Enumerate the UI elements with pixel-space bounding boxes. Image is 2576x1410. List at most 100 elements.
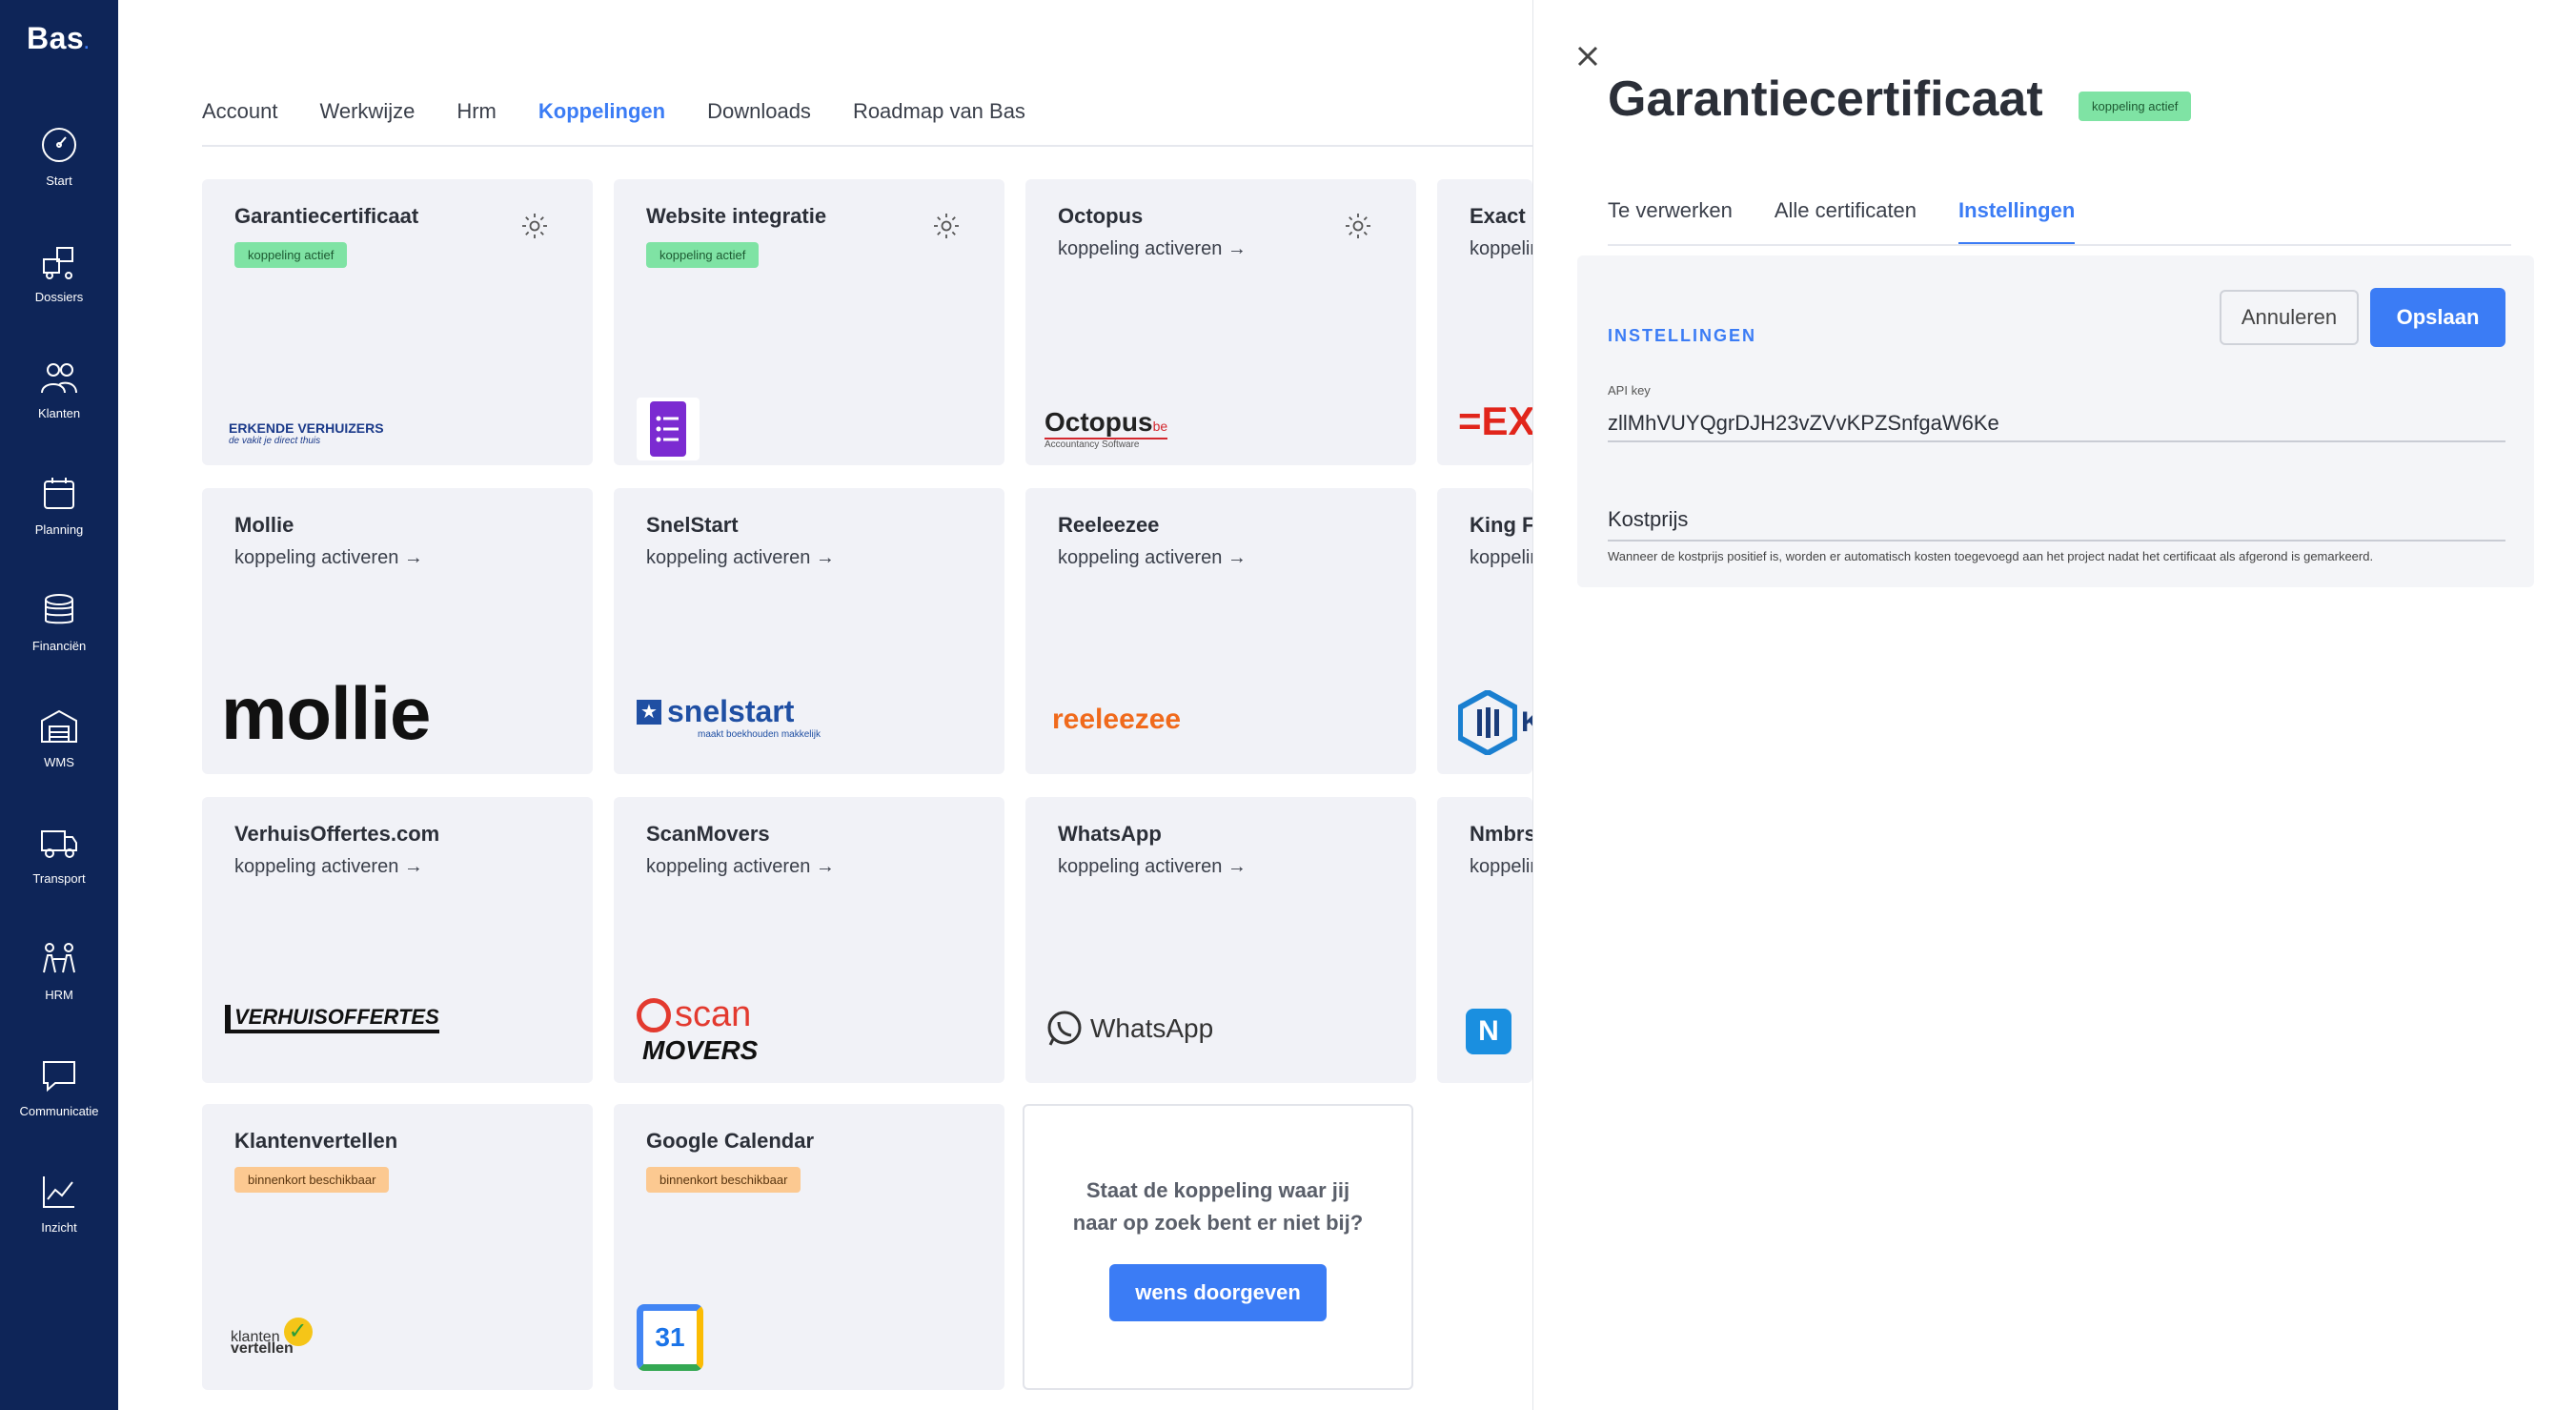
sidebar-item-label: Transport [32,871,86,886]
sidebar-item-label: Start [46,174,72,188]
card-title: Reeleezee [1058,513,1160,537]
sidebar-item-label: Klanten [37,406,81,420]
sidebar-item-transport[interactable]: Transport [0,822,118,917]
card-title: Google Calendar [646,1129,815,1153]
gear-icon[interactable] [1344,212,1372,240]
card-title: Nmbrs [1470,822,1532,846]
integration-card-mollie[interactable]: Mollie koppeling activeren → mollie [202,488,593,774]
integration-card-website-integratie[interactable]: Website integratie koppeling actief [614,179,1004,465]
gear-icon[interactable] [932,212,961,240]
close-icon[interactable] [1572,40,1604,72]
activate-link[interactable]: koppeling activeren → [234,547,560,569]
sidebar-item-planning[interactable]: Planning [0,473,118,568]
integration-card-snelstart[interactable]: SnelStart koppeling activeren → ★ snelsta… [614,488,1004,774]
integration-card-klantenvertellen[interactable]: Klantenvertellen binnenkort beschikbaar … [202,1104,593,1390]
activate-link[interactable]: koppeling activeren → [234,856,560,878]
integration-card-reeleezee[interactable]: Reeleezee koppeling activeren → reeleeze… [1025,488,1416,774]
reeleezee-logo: reeleezee [1052,704,1182,735]
verhuisoffertes-logo: VERHUISOFFERTES [225,1005,439,1033]
klantenvertellen-logo: klanten ✓ vertellen [231,1318,313,1358]
sidebar-item-klanten[interactable]: Klanten [0,357,118,452]
settings-tabs: Account Werkwijze Hrm Koppelingen Downlo… [202,99,1067,147]
integration-card-king-finance[interactable]: King Fi koppelir K [1437,488,1532,774]
kostprijs-input[interactable] [1608,500,2505,542]
card-title: Klantenvertellen [234,1129,398,1153]
status-badge: koppeling actief [646,242,760,268]
sidebar-item-financien[interactable]: Financiën [0,589,118,685]
integration-card-whatsapp[interactable]: WhatsApp koppeling activeren → WhatsApp [1025,797,1416,1083]
tab-werkwijze[interactable]: Werkwijze [320,99,416,147]
status-badge: binnenkort beschikbaar [646,1167,801,1193]
settings-form: INSTELLINGEN Annuleren Opslaan API key W… [1577,255,2534,587]
sidebar-item-communicatie[interactable]: Communicatie [0,1054,118,1150]
panel-tabs: Te verwerken Alle certificaten Instellin… [1608,198,2117,244]
integration-card-octopus[interactable]: Octopus koppeling activeren → Octopusbe … [1025,179,1416,465]
truck-icon [41,830,77,858]
tab-hrm[interactable]: Hrm [456,99,497,147]
gear-icon[interactable] [520,212,549,240]
card-title: Garantiecertificaat [234,204,419,228]
integration-card-exact[interactable]: Exact ( koppelir =EX [1437,179,1532,465]
card-title: WhatsApp [1058,822,1162,846]
tab-te-verwerken[interactable]: Te verwerken [1608,198,1733,244]
google-forms-logo [637,398,700,465]
king-finance-logo: K [1458,690,1532,755]
suggest-text: Staat de koppeling waar jij naar op zoek … [1072,1178,1364,1235]
card-title: Website integratie [646,204,827,228]
sidebar-item-label: WMS [44,755,74,769]
sidebar-item-inzicht[interactable]: Inzicht [0,1171,118,1266]
status-badge: koppeling actief [2079,92,2192,121]
sidebar-item-label: Inzicht [41,1220,77,1235]
octopus-logo: Octopusbe Accountancy Software [1045,407,1168,450]
sidebar-item-dossiers[interactable]: Dossiers [0,240,118,336]
integration-card-google-calendar[interactable]: Google Calendar binnenkort beschikbaar 3… [614,1104,1004,1390]
activate-link[interactable]: koppelir [1470,856,1532,878]
sidebar-item-start[interactable]: Start [0,124,118,219]
activate-link[interactable]: koppeling activeren → [646,856,972,878]
wens-doorgeven-button[interactable]: wens doorgeven [1109,1264,1327,1321]
panel-title: Garantiecertificaat [1608,72,2043,127]
sidebar-item-label: HRM [45,988,73,1002]
tab-downloads[interactable]: Downloads [707,99,811,147]
brand-logo[interactable]: Bas. [27,21,90,56]
activate-link[interactable]: koppeling activeren → [646,547,972,569]
whatsapp-icon [1047,1011,1082,1046]
api-key-label: API key [1608,383,1651,398]
activate-link[interactable]: koppelir [1470,547,1532,569]
tab-alle-certificaten[interactable]: Alle certificaten [1775,198,1917,244]
tab-koppelingen[interactable]: Koppelingen [538,99,666,147]
card-title: SnelStart [646,513,739,537]
sidebar-item-hrm[interactable]: HRM [0,938,118,1033]
integration-card-verhuisoffertes[interactable]: VerhuisOffertes.com koppeling activeren … [202,797,593,1083]
settings-heading: INSTELLINGEN [1608,326,1757,345]
sidebar-item-label: Planning [34,522,84,537]
sidebar-item-label: Dossiers [34,290,84,304]
activate-link[interactable]: koppeling activeren → [1058,547,1384,569]
calendar-icon [44,478,74,509]
tabs-divider [1608,244,2511,246]
status-badge: koppeling actief [234,242,348,268]
kostprijs-help-text: Wanneer de kostprijs positief is, worden… [1608,549,2374,563]
chat-icon [43,1061,75,1093]
card-title: ScanMovers [646,822,770,846]
api-key-input[interactable] [1608,406,2505,442]
integration-detail-panel: Garantiecertificaat koppeling actief Te … [1532,0,2576,1410]
mollie-logo: mollie [221,671,431,755]
integration-card-garantiecertificaat[interactable]: Garantiecertificaat koppeling actief ERK… [202,179,593,465]
tab-roadmap[interactable]: Roadmap van Bas [853,99,1025,147]
sidebar-item-wms[interactable]: WMS [0,705,118,801]
activate-link[interactable]: koppelir [1470,238,1532,260]
save-button[interactable]: Opslaan [2370,288,2505,347]
main-content: Account Werkwijze Hrm Koppelingen Downlo… [118,0,1532,1410]
card-title: King Fi [1470,513,1532,537]
integration-card-scanmovers[interactable]: ScanMovers koppeling activeren → scan MO… [614,797,1004,1083]
sidebar: Bas. Start Dossiers Klanten Planning Fin… [0,0,118,1410]
integration-card-nmbrs[interactable]: Nmbrs koppelir N [1437,797,1532,1083]
status-badge: binnenkort beschikbaar [234,1167,390,1193]
activate-link[interactable]: koppeling activeren → [1058,238,1384,260]
tab-account[interactable]: Account [202,99,278,147]
tab-instellingen[interactable]: Instellingen [1958,198,2076,244]
card-title: Octopus [1058,204,1144,228]
activate-link[interactable]: koppeling activeren → [1058,856,1384,878]
cancel-button[interactable]: Annuleren [2220,290,2359,345]
